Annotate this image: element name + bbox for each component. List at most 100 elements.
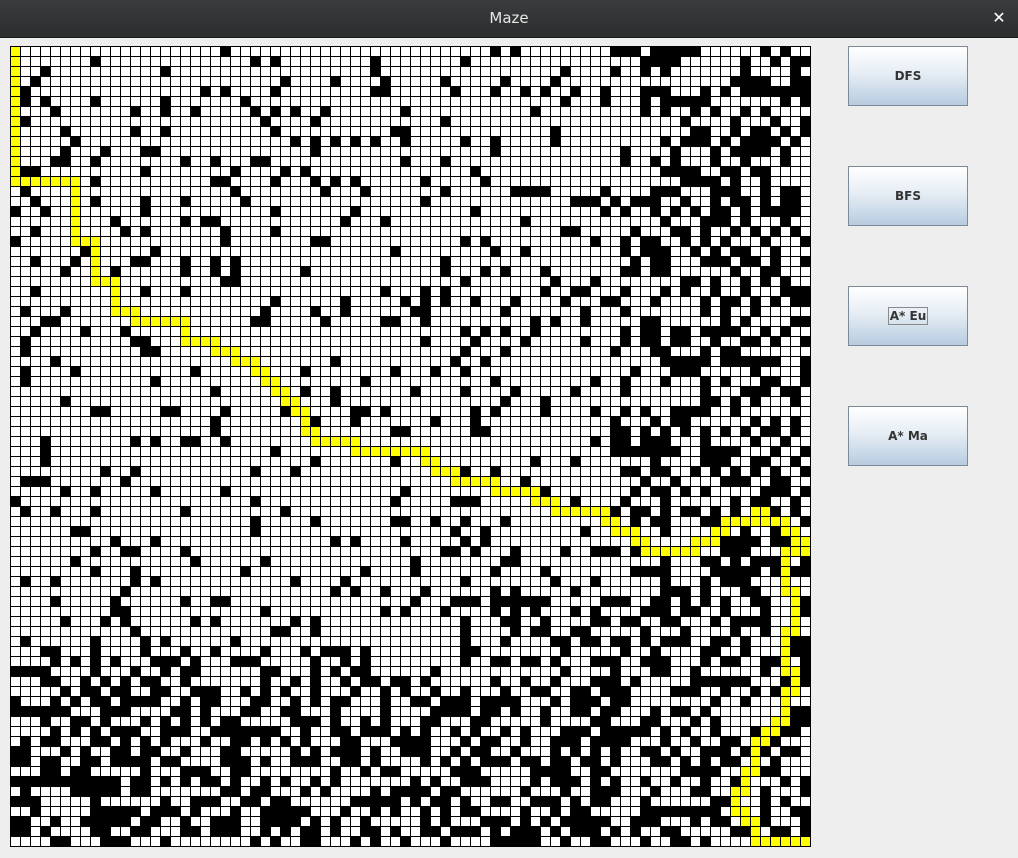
open-cell[interactable] xyxy=(431,167,440,176)
open-cell[interactable] xyxy=(161,87,170,96)
open-cell[interactable] xyxy=(201,617,210,626)
open-cell[interactable] xyxy=(581,77,590,86)
open-cell[interactable] xyxy=(191,127,200,136)
open-cell[interactable] xyxy=(21,207,30,216)
open-cell[interactable] xyxy=(561,597,570,606)
open-cell[interactable] xyxy=(231,57,240,66)
open-cell[interactable] xyxy=(201,77,210,86)
open-cell[interactable] xyxy=(511,407,520,416)
open-cell[interactable] xyxy=(481,317,490,326)
open-cell[interactable] xyxy=(11,547,20,556)
wall-cell[interactable] xyxy=(421,307,430,316)
wall-cell[interactable] xyxy=(551,277,560,286)
open-cell[interactable] xyxy=(121,577,130,586)
open-cell[interactable] xyxy=(101,417,110,426)
open-cell[interactable] xyxy=(331,447,340,456)
open-cell[interactable] xyxy=(131,347,140,356)
open-cell[interactable] xyxy=(621,217,630,226)
open-cell[interactable] xyxy=(101,57,110,66)
open-cell[interactable] xyxy=(201,177,210,186)
wall-cell[interactable] xyxy=(681,357,690,366)
wall-cell[interactable] xyxy=(601,657,610,666)
open-cell[interactable] xyxy=(471,117,480,126)
open-cell[interactable] xyxy=(531,517,540,526)
open-cell[interactable] xyxy=(31,307,40,316)
path-cell[interactable] xyxy=(321,437,330,446)
open-cell[interactable] xyxy=(351,307,360,316)
wall-cell[interactable] xyxy=(751,457,760,466)
open-cell[interactable] xyxy=(31,557,40,566)
wall-cell[interactable] xyxy=(551,317,560,326)
open-cell[interactable] xyxy=(801,227,810,236)
open-cell[interactable] xyxy=(201,547,210,556)
open-cell[interactable] xyxy=(741,227,750,236)
open-cell[interactable] xyxy=(211,207,220,216)
open-cell[interactable] xyxy=(311,227,320,236)
open-cell[interactable] xyxy=(241,317,250,326)
open-cell[interactable] xyxy=(321,387,330,396)
wall-cell[interactable] xyxy=(701,227,710,236)
open-cell[interactable] xyxy=(621,347,630,356)
open-cell[interactable] xyxy=(111,147,120,156)
open-cell[interactable] xyxy=(681,527,690,536)
open-cell[interactable] xyxy=(301,577,310,586)
wall-cell[interactable] xyxy=(321,107,330,116)
open-cell[interactable] xyxy=(511,87,520,96)
wall-cell[interactable] xyxy=(491,407,500,416)
open-cell[interactable] xyxy=(151,157,160,166)
open-cell[interactable] xyxy=(681,537,690,546)
wall-cell[interactable] xyxy=(651,487,660,496)
path-cell[interactable] xyxy=(801,547,810,556)
open-cell[interactable] xyxy=(791,257,800,266)
open-cell[interactable] xyxy=(751,237,760,246)
open-cell[interactable] xyxy=(331,297,340,306)
open-cell[interactable] xyxy=(341,407,350,416)
path-cell[interactable] xyxy=(81,237,90,246)
open-cell[interactable] xyxy=(791,557,800,566)
wall-cell[interactable] xyxy=(81,247,90,256)
open-cell[interactable] xyxy=(31,277,40,286)
open-cell[interactable] xyxy=(721,467,730,476)
wall-cell[interactable] xyxy=(181,287,190,296)
open-cell[interactable] xyxy=(481,97,490,106)
wall-cell[interactable] xyxy=(141,647,150,656)
wall-cell[interactable] xyxy=(461,277,470,286)
open-cell[interactable] xyxy=(601,157,610,166)
open-cell[interactable] xyxy=(131,367,140,376)
open-cell[interactable] xyxy=(321,607,330,616)
open-cell[interactable] xyxy=(301,397,310,406)
open-cell[interactable] xyxy=(141,177,150,186)
open-cell[interactable] xyxy=(371,357,380,366)
open-cell[interactable] xyxy=(571,167,580,176)
wall-cell[interactable] xyxy=(651,347,660,356)
open-cell[interactable] xyxy=(581,297,590,306)
open-cell[interactable] xyxy=(211,397,220,406)
open-cell[interactable] xyxy=(121,517,130,526)
open-cell[interactable] xyxy=(201,327,210,336)
open-cell[interactable] xyxy=(251,597,260,606)
wall-cell[interactable] xyxy=(531,627,540,636)
open-cell[interactable] xyxy=(681,347,690,356)
open-cell[interactable] xyxy=(11,407,20,416)
open-cell[interactable] xyxy=(221,147,230,156)
wall-cell[interactable] xyxy=(51,107,60,116)
open-cell[interactable] xyxy=(801,417,810,426)
open-cell[interactable] xyxy=(581,147,590,156)
open-cell[interactable] xyxy=(491,187,500,196)
wall-cell[interactable] xyxy=(491,87,500,96)
open-cell[interactable] xyxy=(181,427,190,436)
open-cell[interactable] xyxy=(361,427,370,436)
open-cell[interactable] xyxy=(451,167,460,176)
open-cell[interactable] xyxy=(61,97,70,106)
open-cell[interactable] xyxy=(351,647,360,656)
open-cell[interactable] xyxy=(331,147,340,156)
open-cell[interactable] xyxy=(121,337,130,346)
open-cell[interactable] xyxy=(191,57,200,66)
open-cell[interactable] xyxy=(91,417,100,426)
wall-cell[interactable] xyxy=(181,507,190,516)
wall-cell[interactable] xyxy=(311,657,320,666)
open-cell[interactable] xyxy=(691,77,700,86)
open-cell[interactable] xyxy=(281,217,290,226)
open-cell[interactable] xyxy=(51,407,60,416)
open-cell[interactable] xyxy=(521,537,530,546)
